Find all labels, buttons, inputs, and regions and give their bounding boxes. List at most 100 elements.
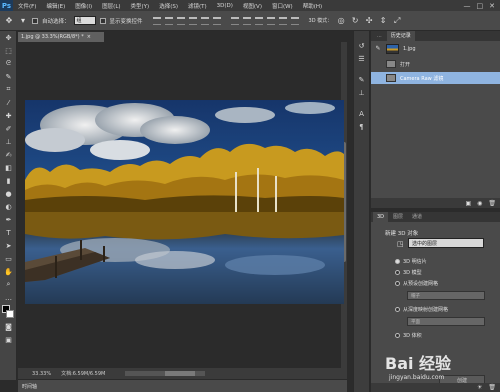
- more-tools-icon[interactable]: …: [0, 291, 17, 304]
- align-vcenter-button[interactable]: [164, 16, 173, 25]
- move-tool-icon[interactable]: ✥: [4, 16, 14, 26]
- distribute-left-button[interactable]: [266, 16, 275, 25]
- orbit-3d-icon[interactable]: ◎: [336, 16, 346, 26]
- clone-stamp-tool-icon[interactable]: ⊥: [0, 135, 17, 148]
- horizontal-scrollbar[interactable]: [125, 371, 206, 376]
- close-tab-icon[interactable]: ×: [87, 34, 91, 40]
- dodge-tool-icon[interactable]: ◐: [0, 200, 17, 213]
- menu-edit[interactable]: 编辑(E): [41, 2, 70, 10]
- radio-icon[interactable]: [395, 270, 400, 275]
- menu-file[interactable]: 文件(F): [13, 2, 41, 10]
- quick-select-tool-icon[interactable]: ✎: [0, 70, 17, 83]
- tool-preset-icon[interactable]: ▾: [18, 16, 28, 26]
- option-mesh-from-preset[interactable]: 从预设创建网格: [395, 280, 438, 287]
- document-image[interactable]: [25, 100, 344, 304]
- timeline-panel-tab[interactable]: 时间轴: [18, 379, 347, 392]
- pen-tool-icon[interactable]: ✒: [0, 213, 17, 226]
- menu-image[interactable]: 图像(I): [70, 2, 97, 10]
- blur-tool-icon[interactable]: ●: [0, 187, 17, 200]
- document-info[interactable]: 文档:6.59M/6.59M: [61, 370, 105, 377]
- tab-layers[interactable]: 图层: [389, 212, 407, 222]
- tab-history[interactable]: 历史记录: [386, 31, 415, 41]
- slide-3d-icon[interactable]: ⇕: [378, 16, 388, 26]
- document-tab[interactable]: 1.jpg @ 33.3%(RGB/8*) * ×: [18, 32, 104, 42]
- option-mesh-from-depth-map[interactable]: 从深度映射创建网格: [395, 306, 448, 313]
- menu-help[interactable]: 帮助(H): [298, 2, 327, 10]
- lasso-tool-icon[interactable]: ᘓ: [0, 57, 17, 70]
- pan-3d-icon[interactable]: ✣: [364, 16, 374, 26]
- shape-tool-icon[interactable]: ▭: [0, 252, 17, 265]
- history-brush-tool-icon[interactable]: ✍: [0, 148, 17, 161]
- roll-3d-icon[interactable]: ↻: [350, 16, 360, 26]
- option-3d-postcard[interactable]: 3D 明信片: [395, 258, 427, 265]
- radio-icon[interactable]: [395, 307, 400, 312]
- minimize-icon[interactable]: —: [464, 2, 471, 10]
- align-bottom-button[interactable]: [176, 16, 185, 25]
- brush-tool-icon[interactable]: ✐: [0, 122, 17, 135]
- move-tool-icon[interactable]: ✥: [0, 31, 17, 44]
- radio-icon[interactable]: [395, 333, 400, 338]
- radio-icon[interactable]: [395, 281, 400, 286]
- tab-channels[interactable]: 通道: [408, 212, 426, 222]
- character-panel-icon[interactable]: A: [354, 107, 369, 120]
- horizontal-scroll-thumb[interactable]: [165, 371, 196, 376]
- clone-source-panel-icon[interactable]: ⊥: [354, 86, 369, 99]
- tab-actions[interactable]: ...: [373, 31, 386, 41]
- history-snapshot[interactable]: ✎ 1.jpg: [371, 43, 500, 55]
- zoom-level[interactable]: 33.33%: [32, 371, 51, 377]
- history-panel-icon[interactable]: ↺: [354, 39, 369, 52]
- eyedropper-tool-icon[interactable]: ⁄: [0, 96, 17, 109]
- align-left-button[interactable]: [188, 16, 197, 25]
- new-document-icon[interactable]: ▣: [465, 200, 471, 207]
- path-select-tool-icon[interactable]: ➤: [0, 239, 17, 252]
- auto-select-checkbox[interactable]: [32, 17, 38, 24]
- preset-dropdown[interactable]: 帽子: [407, 291, 485, 300]
- zoom-tool-icon[interactable]: ⌕: [0, 278, 17, 291]
- background-color-swatch[interactable]: [6, 310, 14, 318]
- paragraph-panel-icon[interactable]: ¶: [354, 120, 369, 133]
- distribute-hcenter-button[interactable]: [278, 16, 287, 25]
- marquee-tool-icon[interactable]: ⬚: [0, 44, 17, 57]
- option-3d-model[interactable]: 3D 模型: [395, 269, 422, 276]
- tab-3d[interactable]: 3D: [373, 212, 389, 222]
- menu-type[interactable]: 类型(Y): [126, 2, 155, 10]
- camera-snapshot-icon[interactable]: ◉: [477, 200, 482, 207]
- menu-window[interactable]: 窗口(W): [267, 2, 298, 10]
- trash-icon[interactable]: 🗑: [488, 200, 496, 207]
- properties-panel-icon[interactable]: ☰: [354, 52, 369, 65]
- menu-view[interactable]: 视图(V): [238, 2, 267, 10]
- color-swatches[interactable]: [0, 304, 17, 320]
- scale-3d-icon[interactable]: ⤢: [392, 16, 402, 26]
- crop-tool-icon[interactable]: ⌗: [0, 83, 17, 96]
- screen-mode-icon[interactable]: ▣: [0, 333, 17, 346]
- align-hcenter-button[interactable]: [200, 16, 209, 25]
- hand-tool-icon[interactable]: ✋: [0, 265, 17, 278]
- type-tool-icon[interactable]: T: [0, 226, 17, 239]
- close-icon[interactable]: ✕: [489, 2, 495, 10]
- auto-select-dropdown[interactable]: 组: [73, 16, 96, 25]
- depth-map-dropdown[interactable]: 平面: [407, 317, 485, 326]
- distribute-bottom-button[interactable]: [254, 16, 263, 25]
- menu-select[interactable]: 选择(S): [154, 2, 183, 10]
- history-step-open[interactable]: 打开: [371, 58, 500, 70]
- distribute-right-button[interactable]: [290, 16, 299, 25]
- brush-panel-icon[interactable]: ✎: [354, 73, 369, 86]
- menu-layer[interactable]: 图层(L): [97, 2, 125, 10]
- align-right-button[interactable]: [212, 16, 221, 25]
- option-3d-volume[interactable]: 3D 体积: [395, 332, 422, 339]
- menu-filter[interactable]: 滤镜(T): [183, 2, 212, 10]
- maximize-icon[interactable]: □: [477, 2, 484, 10]
- gradient-tool-icon[interactable]: ▮: [0, 174, 17, 187]
- radio-icon[interactable]: [395, 259, 400, 264]
- show-transform-checkbox[interactable]: [99, 17, 106, 24]
- align-top-button[interactable]: [152, 16, 161, 25]
- quick-mask-icon[interactable]: ◙: [0, 320, 17, 333]
- eraser-tool-icon[interactable]: ◧: [0, 161, 17, 174]
- distribute-vcenter-button[interactable]: [242, 16, 251, 25]
- healing-brush-tool-icon[interactable]: ✚: [0, 109, 17, 122]
- history-step-camera-raw[interactable]: Camera Raw 滤镜: [371, 72, 500, 84]
- history-brush-source-icon[interactable]: ✎: [374, 45, 382, 53]
- source-dropdown[interactable]: 选中的图层: [408, 238, 484, 248]
- menu-3d[interactable]: 3D(D): [212, 3, 238, 9]
- distribute-top-button[interactable]: [230, 16, 239, 25]
